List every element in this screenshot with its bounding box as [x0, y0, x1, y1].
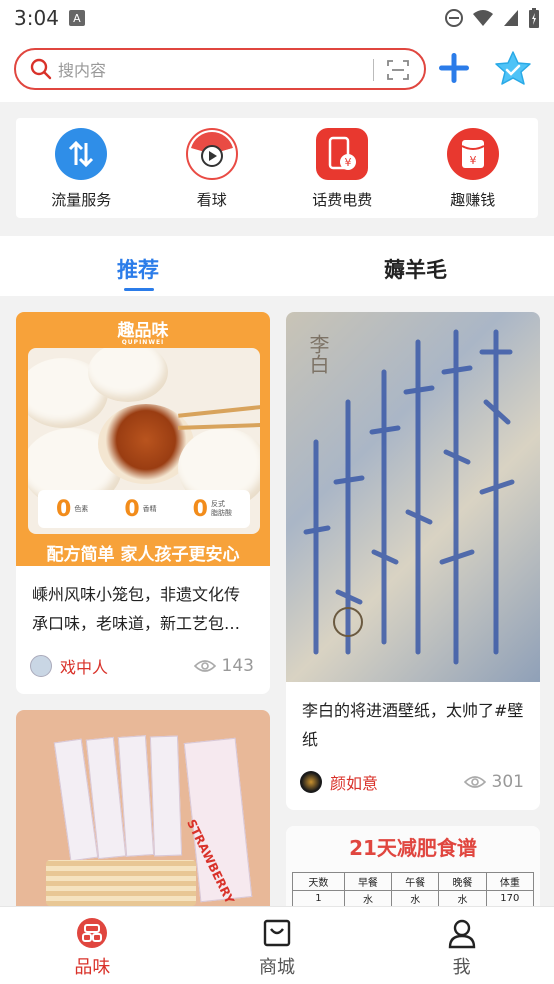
bottom-nav: 品味 商城 我: [0, 906, 554, 984]
calligraphy-strokes: [303, 329, 515, 665]
author-name[interactable]: 颜如意: [330, 770, 378, 794]
status-icons: [444, 7, 540, 29]
wafer-pack: [149, 735, 183, 857]
sim-icon: A: [68, 10, 85, 26]
chopsticks: [178, 402, 260, 418]
card-image-wafers: STRAWBERRY: [16, 710, 270, 906]
bun-shape: [88, 348, 168, 402]
data-transfer-icon: [55, 128, 108, 180]
quick-action-ball[interactable]: 看球: [152, 118, 272, 218]
svg-text:¥: ¥: [469, 154, 476, 167]
view-count-value: 143: [221, 656, 254, 676]
stats-banner: 0 色素 0 香精 0 反式 脂肪酸: [38, 490, 250, 528]
search-divider: [373, 59, 374, 81]
battery-icon: [529, 8, 539, 28]
stat-item: 0 反式 脂肪酸: [192, 496, 232, 522]
card-image-calligraphy: 李白: [286, 312, 540, 682]
quick-action-bill[interactable]: ¥ 话费电费: [282, 118, 402, 218]
brand-name: 趣品味: [117, 321, 169, 341]
feed-tabs: 推荐 薅羊毛: [0, 236, 554, 296]
quick-action-label: 话费电费: [312, 191, 373, 209]
buns-photo: 0 色素 0 香精 0 反式 脂肪酸: [28, 348, 260, 534]
author-avatar: [300, 771, 322, 793]
quick-action-earn[interactable]: ¥ 趣赚钱: [413, 118, 533, 218]
card-image-diet: 21天减肥食谱 天数 早餐 午餐 晚餐 体重 1 水 水 水 170: [286, 826, 540, 906]
view-count: 301: [463, 772, 524, 792]
scan-icon[interactable]: [386, 59, 410, 81]
search-input[interactable]: 搜内容: [14, 48, 426, 90]
eye-icon: [193, 660, 216, 672]
image-tagline: 配方简单 家人孩子更安心: [46, 545, 240, 565]
nav-me[interactable]: 我: [402, 907, 522, 984]
red-envelope-icon: ¥: [446, 128, 499, 180]
search-icon: [30, 58, 52, 80]
search-bar: 搜内容: [0, 36, 554, 102]
diet-title: 21天减肥食谱: [349, 836, 477, 860]
ball-play-icon: [185, 128, 238, 180]
feed-card[interactable]: 21天减肥食谱 天数 早餐 午餐 晚餐 体重 1 水 水 水 170: [286, 826, 540, 906]
card-title: 李白的将进酒壁纸，太帅了#壁纸: [302, 701, 524, 749]
brand-subtitle: QUPINWEI: [121, 339, 165, 346]
quick-action-label: 趣赚钱: [450, 191, 496, 209]
diet-table: 天数 早餐 午餐 晚餐 体重 1 水 水 水 170: [292, 872, 535, 906]
wafer-stack: [46, 860, 196, 906]
tab-recommend[interactable]: 推荐: [117, 254, 159, 284]
do-not-disturb-icon: [445, 9, 463, 27]
nav-label: 品味: [74, 957, 111, 978]
feed-card[interactable]: STRAWBERRY: [16, 710, 270, 906]
author-avatar: [30, 655, 52, 677]
stat-item: 0 色素: [56, 496, 89, 522]
view-count-value: 301: [491, 772, 524, 792]
feed-card[interactable]: 趣品味 QUPINWEI 0 色素 0 香精 0 反式 脂肪酸 配方简单 家人孩子更安…: [16, 312, 270, 694]
nav-taste[interactable]: 品味: [32, 907, 152, 984]
quick-action-data[interactable]: 流量服务: [21, 118, 141, 218]
card-image-buns: 趣品味 QUPINWEI 0 色素 0 香精 0 反式 脂肪酸 配方简单 家人孩子更安…: [16, 312, 270, 566]
card-title: 嵊州风味小笼包，非遗文化传承口味，老味道，新工艺包…: [32, 585, 241, 633]
status-bar: 3:04 A: [0, 0, 554, 36]
nav-mall[interactable]: 商城: [217, 907, 337, 984]
favorite-star-icon[interactable]: [494, 50, 532, 88]
brand-logo: 趣品味 QUPINWEI: [16, 316, 270, 346]
eye-icon: [463, 776, 486, 788]
quick-action-label: 流量服务: [51, 191, 112, 209]
card-meta: 颜如意 301: [300, 770, 524, 794]
add-icon[interactable]: [436, 50, 472, 86]
nav-label: 我: [452, 957, 471, 978]
card-meta: 戏中人 143: [30, 654, 254, 678]
view-count: 143: [193, 656, 254, 676]
feed-card[interactable]: 李白 李白的将进酒壁纸，太帅了#壁纸 颜如意 301: [286, 312, 540, 810]
nav-label: 商城: [258, 957, 295, 978]
user-profile-icon: [448, 919, 475, 949]
author-name[interactable]: 戏中人: [60, 654, 108, 678]
phone-bill-icon: ¥: [316, 128, 369, 180]
search-placeholder: 搜内容: [58, 61, 107, 80]
quick-action-label: 看球: [196, 191, 227, 209]
status-time: 3:04: [14, 6, 59, 30]
svg-text:¥: ¥: [345, 156, 352, 169]
wifi-icon: [473, 10, 493, 26]
shopping-bag-icon: [263, 919, 291, 947]
tab-deals[interactable]: 薅羊毛: [384, 254, 447, 284]
active-tab-indicator: [124, 288, 154, 291]
signal-icon: [504, 10, 518, 26]
taste-logo-icon: [77, 918, 108, 948]
quick-actions: 流量服务 看球 ¥ 话费电费 ¥ 趣赚钱: [16, 118, 538, 218]
stat-item: 0 香精: [124, 496, 157, 522]
